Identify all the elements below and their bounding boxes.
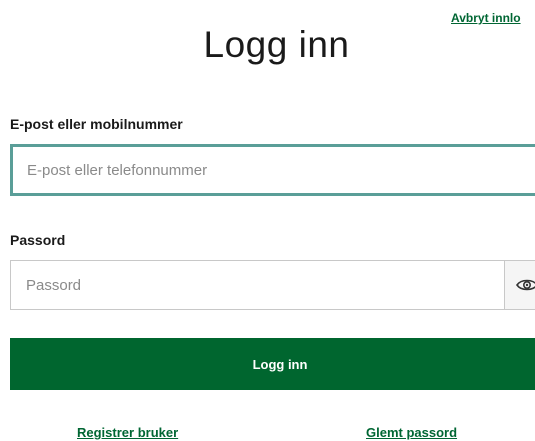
login-button[interactable]: Logg inn	[10, 338, 535, 390]
show-password-button[interactable]	[504, 261, 535, 309]
password-input[interactable]	[11, 261, 504, 309]
register-user-link[interactable]: Registrer bruker	[77, 425, 178, 440]
cancel-login-link[interactable]: Avbryt innlo	[451, 11, 521, 25]
forgot-password-link[interactable]: Glemt passord	[366, 425, 457, 440]
password-field	[10, 260, 535, 310]
email-label: E-post eller mobilnummer	[10, 116, 183, 132]
eye-icon	[516, 279, 535, 291]
email-input[interactable]	[10, 144, 535, 196]
page-title: Logg inn	[203, 24, 350, 65]
password-label: Passord	[10, 232, 66, 248]
